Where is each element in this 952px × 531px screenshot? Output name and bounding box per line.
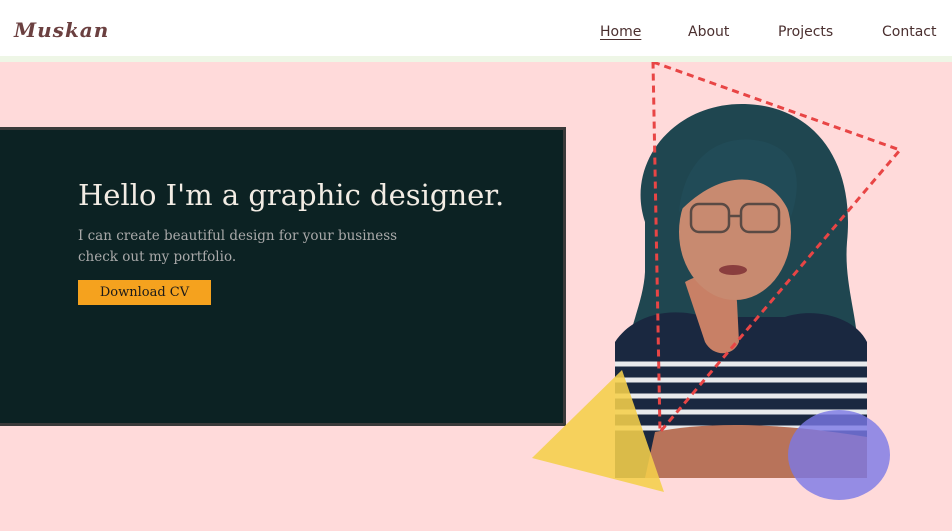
nav-link-home[interactable]: Home [600,24,641,40]
blue-circle-shape [788,410,890,500]
nav-link-projects[interactable]: Projects [778,24,833,40]
hero-subtitle-line-1: I can create beautiful design for your b… [78,228,398,244]
yellow-triangle-shape [532,370,664,492]
logo[interactable]: Muskan [14,18,109,42]
decorative-shapes [532,62,903,500]
dashed-triangle-shape [651,62,903,436]
intro-panel: Hello I'm a graphic designer. I can crea… [0,127,566,426]
nav-link-about[interactable]: About [688,24,729,40]
download-cv-button[interactable]: Download CV [78,280,211,305]
hero-subtitle: I can create beautiful design for your b… [78,226,458,268]
hero-subtitle-line-2: check out my portfolio. [78,249,237,265]
hero-headline: Hello I'm a graphic designer. [78,178,505,212]
site-header: Muskan Home About Projects Contact [0,0,952,62]
nav-link-contact[interactable]: Contact [882,24,936,40]
hero-section: Hello I'm a graphic designer. I can crea… [0,62,952,531]
